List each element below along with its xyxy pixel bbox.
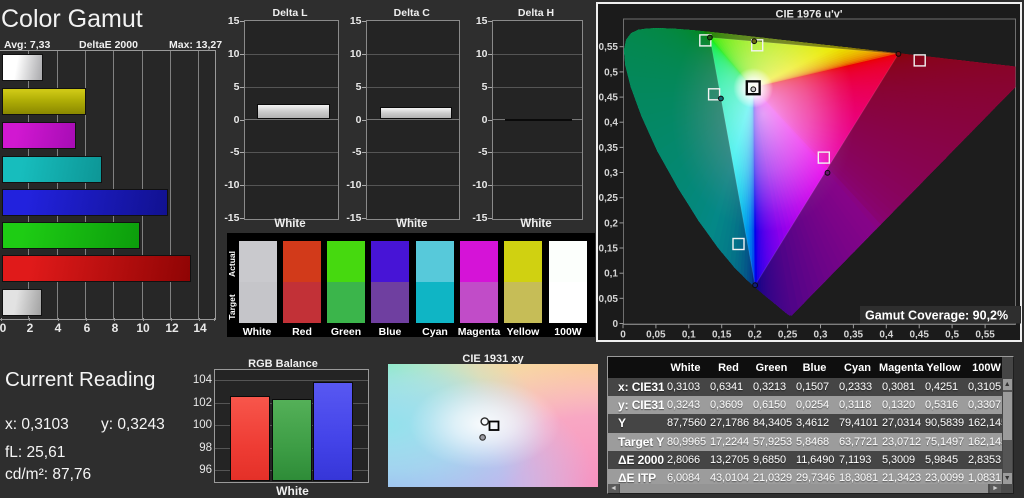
svg-text:0,4: 0,4 [604,118,618,129]
svg-text:0,2: 0,2 [748,330,762,341]
svg-text:0,45: 0,45 [909,330,929,341]
svg-text:0,55: 0,55 [975,330,995,341]
svg-text:0,2: 0,2 [604,218,618,229]
svg-text:0,1: 0,1 [604,269,618,280]
svg-text:0,3: 0,3 [814,330,828,341]
svg-text:0,5: 0,5 [604,67,618,78]
svg-text:0,05: 0,05 [599,294,619,305]
svg-text:0,45: 0,45 [599,93,619,104]
svg-text:0,55: 0,55 [599,42,619,53]
svg-text:0: 0 [612,319,618,330]
svg-text:0,5: 0,5 [945,330,959,341]
svg-text:0,1: 0,1 [682,330,696,341]
svg-text:0,25: 0,25 [778,330,798,341]
svg-text:0,15: 0,15 [712,330,732,341]
svg-text:0,15: 0,15 [599,244,619,255]
svg-text:Gamut Coverage: 90,2%: Gamut Coverage: 90,2% [865,309,1008,323]
svg-text:0,35: 0,35 [599,143,619,154]
svg-text:0,3: 0,3 [604,168,618,179]
svg-text:0,35: 0,35 [844,330,864,341]
svg-text:0,05: 0,05 [646,330,666,341]
svg-text:0,25: 0,25 [599,193,619,204]
svg-text:0: 0 [620,330,626,341]
svg-text:0,4: 0,4 [879,330,893,341]
